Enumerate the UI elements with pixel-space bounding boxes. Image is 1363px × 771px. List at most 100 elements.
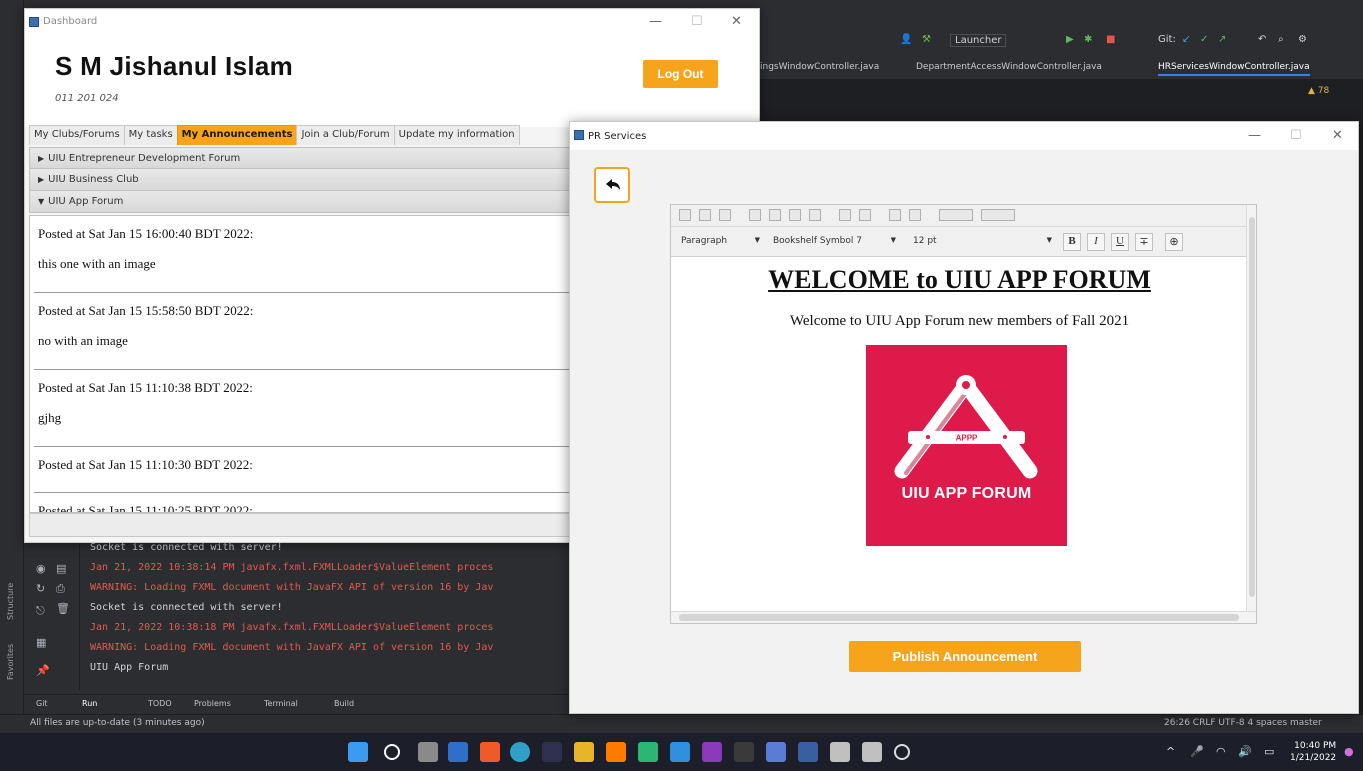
mic-icon[interactable]: 🎤: [1190, 745, 1204, 758]
scroll-thumb[interactable]: [679, 614, 1239, 621]
cut-icon[interactable]: [679, 209, 691, 221]
editor-tab[interactable]: ingsWindowController.java: [760, 62, 879, 72]
task-view-icon[interactable]: [418, 742, 438, 762]
indent-icon[interactable]: [859, 209, 871, 221]
user-icon[interactable]: 👤: [900, 34, 912, 45]
close-icon[interactable]: ✕: [731, 14, 742, 29]
wifi-icon[interactable]: ◠: [1216, 745, 1226, 758]
widgets-icon[interactable]: [448, 742, 468, 762]
editor-tab[interactable]: DepartmentAccessWindowController.java: [916, 62, 1102, 72]
tab-my-tasks[interactable]: My tasks: [123, 125, 178, 145]
underline-button[interactable]: U: [1111, 233, 1129, 251]
brave-browser-icon[interactable]: [480, 742, 500, 762]
volume-icon[interactable]: 🔊: [1238, 745, 1252, 758]
strikethrough-icon[interactable]: ∓: [1135, 233, 1153, 251]
font-size-select[interactable]: 12 pt ▼: [909, 233, 1055, 251]
maximize-icon[interactable]: ☐: [691, 14, 703, 29]
back-button[interactable]: [594, 167, 630, 203]
maximize-icon[interactable]: ☐: [1290, 128, 1302, 143]
pin-icon[interactable]: 📌: [36, 664, 50, 677]
logout-button[interactable]: Log Out: [643, 60, 718, 88]
close-icon[interactable]: ✕: [1332, 128, 1343, 143]
build-tool-tab[interactable]: Build: [334, 699, 354, 708]
git-commit-icon[interactable]: ✓: [1200, 34, 1208, 45]
copy-icon[interactable]: [699, 209, 711, 221]
layout-icon[interactable]: ▤: [56, 562, 66, 575]
undo-icon[interactable]: ↶: [1258, 34, 1266, 45]
structure-tool-label[interactable]: Structure: [6, 583, 15, 620]
numbered-list-icon[interactable]: [909, 209, 921, 221]
bold-button[interactable]: B: [1063, 233, 1081, 251]
git-push-icon[interactable]: ↗: [1218, 34, 1226, 45]
stop-icon[interactable]: ■: [1106, 34, 1115, 45]
tab-join-club[interactable]: Join a Club/Forum: [296, 125, 395, 145]
italic-button[interactable]: I: [1087, 233, 1105, 251]
text-color-icon[interactable]: [939, 209, 973, 221]
editor-content[interactable]: WELCOME to UIU APP FORUM Welcome to UIU …: [671, 257, 1248, 613]
app-icon[interactable]: [638, 742, 658, 762]
editor-vertical-scrollbar[interactable]: [1246, 205, 1256, 613]
settings-icon[interactable]: ⚙: [1298, 34, 1307, 45]
align-center-icon[interactable]: [769, 209, 781, 221]
dashboard-titlebar[interactable]: Dashboard — ☐ ✕: [25, 9, 759, 35]
scroll-thumb[interactable]: [1249, 217, 1255, 597]
chevron-up-icon[interactable]: ^: [1166, 745, 1175, 758]
run-config-select[interactable]: Launcher: [950, 34, 1007, 47]
align-right-icon[interactable]: [789, 209, 801, 221]
notification-icon[interactable]: ●: [1344, 745, 1354, 758]
outdent-icon[interactable]: [839, 209, 851, 221]
align-left-icon[interactable]: [749, 209, 761, 221]
rerun-icon[interactable]: ↻: [36, 582, 45, 595]
camera-icon[interactable]: ◉: [36, 562, 46, 575]
obs-icon[interactable]: [894, 744, 910, 760]
minimize-icon[interactable]: —: [649, 14, 662, 29]
pr-titlebar[interactable]: PR Services — ☐ ✕: [570, 122, 1358, 150]
status-info[interactable]: 26:26 CRLF UTF-8 4 spaces master: [1164, 718, 1322, 728]
run-icon[interactable]: ▶: [1066, 34, 1074, 45]
onenote-icon[interactable]: [702, 742, 722, 762]
debug-icon[interactable]: ✱: [1084, 34, 1092, 45]
search-icon[interactable]: [384, 744, 400, 760]
terminal-tool-tab[interactable]: Terminal: [264, 699, 298, 708]
taskbar-clock[interactable]: 10:40 PM 1/21/2022: [1290, 740, 1336, 764]
print-icon[interactable]: ⎙: [56, 582, 65, 596]
app-icon[interactable]: [798, 742, 818, 762]
editor-horizontal-scrollbar[interactable]: [671, 611, 1256, 623]
git-update-icon[interactable]: ↙: [1182, 34, 1190, 45]
illustrator-icon[interactable]: [606, 742, 626, 762]
minimize-icon[interactable]: —: [1248, 128, 1261, 143]
align-justify-icon[interactable]: [809, 209, 821, 221]
java-app-icon[interactable]: [862, 742, 882, 762]
trash-icon[interactable]: 🗑: [56, 602, 70, 615]
git-tool-tab[interactable]: Git: [36, 699, 48, 708]
intellij-icon[interactable]: [542, 742, 562, 762]
editor-tab-active[interactable]: HRServicesWindowController.java: [1158, 62, 1310, 76]
problems-tool-tab[interactable]: Problems: [194, 699, 231, 708]
vscode-icon[interactable]: [670, 742, 690, 762]
tab-my-announcements[interactable]: My Announcements: [176, 125, 298, 145]
publish-announcement-button[interactable]: Publish Announcement: [849, 641, 1081, 672]
edge-browser-icon[interactable]: [510, 742, 530, 762]
tab-update-info[interactable]: Update my information: [393, 125, 520, 145]
paragraph-style-select[interactable]: Paragraph ▼: [677, 233, 763, 251]
java-app-icon[interactable]: [830, 742, 850, 762]
file-explorer-icon[interactable]: [574, 742, 594, 762]
tab-my-clubs[interactable]: My Clubs/Forums: [29, 125, 125, 145]
paste-icon[interactable]: [719, 209, 731, 221]
font-family-select[interactable]: Bookshelf Symbol 7 ▼: [769, 233, 899, 251]
todo-tool-tab[interactable]: TODO: [148, 699, 172, 708]
start-icon[interactable]: [348, 742, 368, 762]
run-tool-tab[interactable]: Run: [82, 699, 97, 708]
horizontal-rule-icon[interactable]: ⊕: [1165, 233, 1183, 251]
grid-icon[interactable]: ▦: [36, 636, 46, 649]
favorites-tool-label[interactable]: Favorites: [6, 644, 15, 680]
app-icon[interactable]: [766, 742, 786, 762]
highlight-color-icon[interactable]: [981, 209, 1015, 221]
bullet-list-icon[interactable]: [889, 209, 901, 221]
warnings-count[interactable]: ▲ 78: [1308, 86, 1329, 96]
hammer-icon[interactable]: ⚒: [922, 34, 931, 45]
exit-icon[interactable]: ⎋: [36, 604, 45, 618]
battery-icon[interactable]: ▭: [1264, 745, 1274, 758]
search-icon[interactable]: ⌕: [1278, 34, 1284, 45]
terminal-icon[interactable]: [734, 742, 754, 762]
